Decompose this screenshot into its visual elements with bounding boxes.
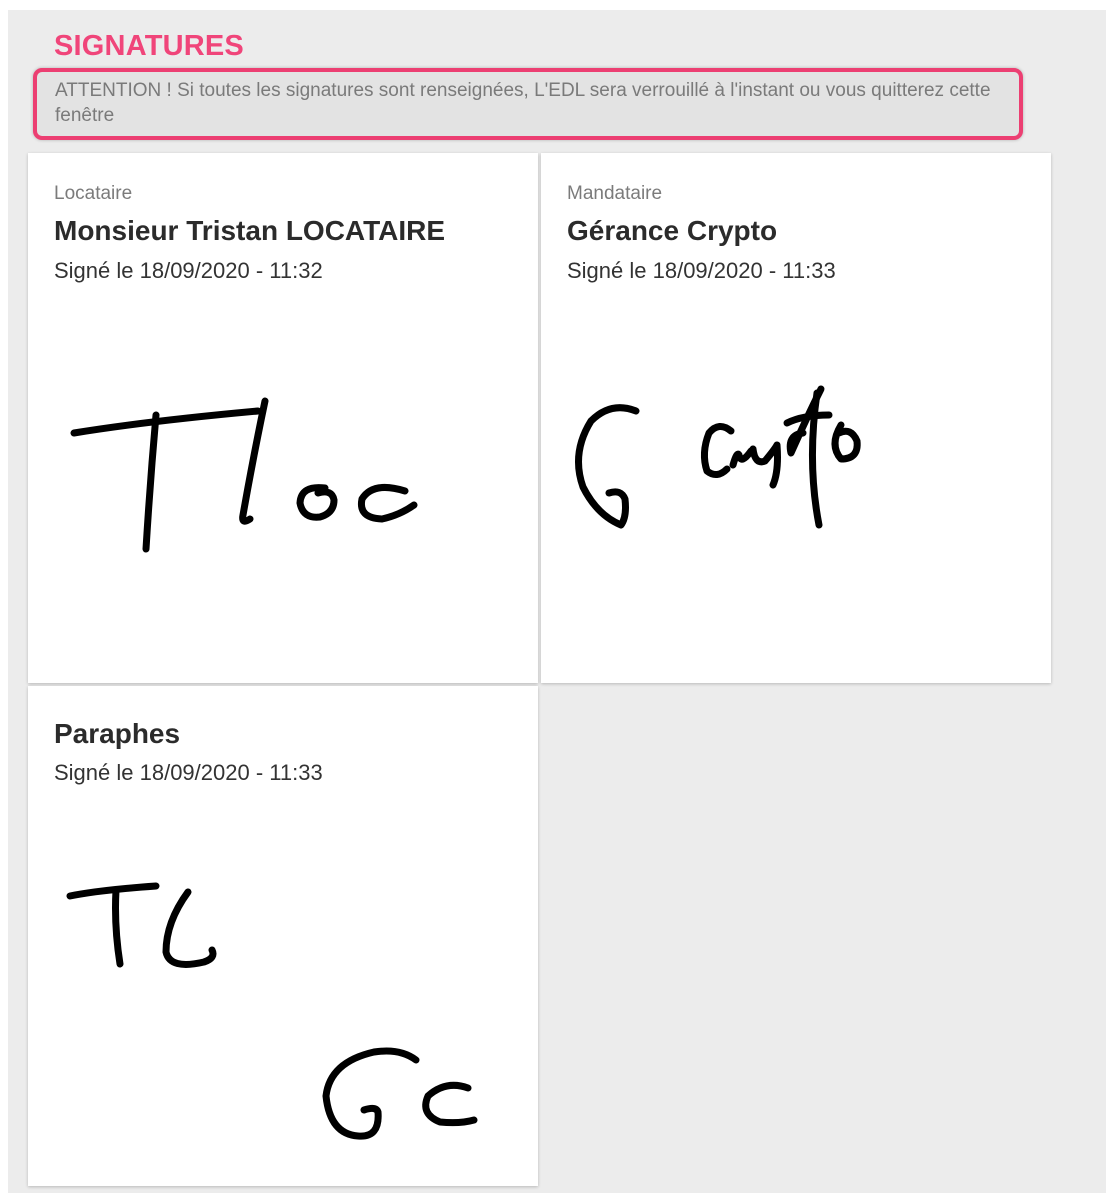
signature-drawing <box>70 397 418 553</box>
signature-card-paraphes[interactable]: Paraphes Signé le 18/09/2020 - 11:33 <box>28 686 538 1186</box>
section-title: SIGNATURES <box>54 30 244 62</box>
signature-card-mandataire[interactable]: Mandataire Gérance Crypto Signé le 18/09… <box>541 153 1051 683</box>
signature-drawing <box>66 882 478 1140</box>
signature-drawing <box>575 385 861 529</box>
warning-message: ATTENTION ! Si toutes les signatures son… <box>33 68 1023 140</box>
signature-card-locataire[interactable]: Locataire Monsieur Tristan LOCATAIRE Sig… <box>28 153 538 683</box>
